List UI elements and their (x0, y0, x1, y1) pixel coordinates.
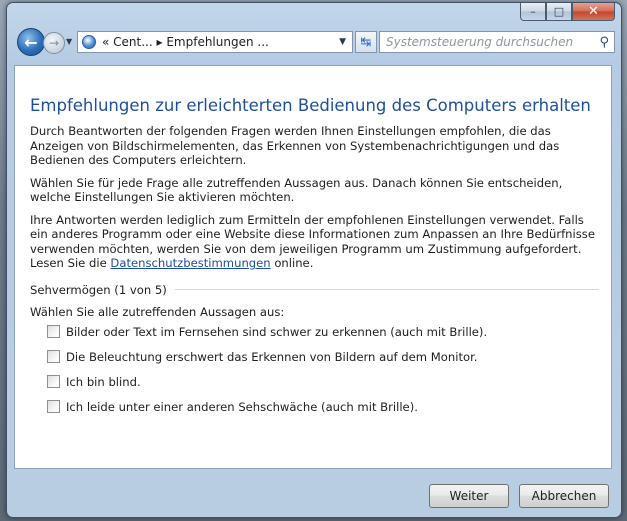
breadcrumb[interactable]: « Cent... ▸ Empfehlungen ... (102, 35, 269, 49)
search-icon[interactable]: ⚲ (599, 35, 609, 50)
option-label[interactable]: Ich leide unter einer anderen Sehschwäch… (66, 400, 418, 414)
chevron-down-icon[interactable]: ▼ (339, 37, 346, 47)
option-item[interactable]: Die Beleuchtung erschwert das Erkennen v… (47, 350, 599, 364)
option-label[interactable]: Ich bin blind. (66, 375, 141, 389)
instruction-paragraph: Wählen Sie für jede Frage alle zutreffen… (30, 175, 563, 205)
option-checkbox[interactable] (47, 400, 60, 413)
cancel-button[interactable]: Abbrechen (519, 484, 609, 508)
refresh-icon: ↹ (360, 34, 372, 50)
maximize-icon: □ (553, 5, 565, 18)
section-divider (174, 289, 599, 290)
option-item[interactable]: Bilder oder Text im Fernsehen sind schwe… (47, 325, 599, 339)
control-panel-window: – □ ✕ ← → ▼ « Cent... ▸ Empfehlungen ...… (6, 2, 622, 518)
section-header: Sehvermögen (1 von 5) (30, 283, 599, 297)
refresh-button[interactable]: ↹ (355, 31, 377, 53)
forward-arrow-icon: → (48, 36, 60, 50)
back-arrow-icon: ← (24, 32, 38, 52)
main-content: Empfehlungen zur erleichterten Bedienung… (14, 65, 612, 469)
option-checkbox[interactable] (47, 375, 60, 388)
minimize-icon: – (530, 5, 536, 18)
intro-paragraph: Durch Beantworten der folgenden Fragen w… (30, 124, 560, 167)
close-icon: ✕ (588, 4, 599, 19)
section-title: Sehvermögen (1 von 5) (30, 282, 167, 297)
close-button[interactable]: ✕ (572, 3, 615, 21)
navigation-bar: ← → ▼ « Cent... ▸ Empfehlungen ... ▼ ↹ S… (7, 25, 621, 61)
control-panel-icon (82, 35, 96, 49)
recent-pages-dropdown[interactable]: ▼ (66, 37, 72, 46)
privacy-link[interactable]: Datenschutzbestimmungen (110, 256, 270, 270)
option-checkbox[interactable] (47, 325, 60, 338)
privacy-suffix: online. (270, 256, 314, 270)
search-input[interactable]: Systemsteuerung durchsuchen (386, 35, 573, 49)
forward-button[interactable]: → (43, 32, 65, 54)
option-label[interactable]: Bilder oder Text im Fernsehen sind schwe… (66, 325, 487, 339)
choose-label: Wählen Sie alle zutreffenden Aussagen au… (30, 304, 285, 319)
address-bar[interactable]: « Cent... ▸ Empfehlungen ... ▼ (77, 31, 353, 53)
minimize-button[interactable]: – (520, 3, 546, 21)
option-item[interactable]: Ich bin blind. (47, 375, 599, 389)
privacy-paragraph: Ihre Antworten werden lediglich zum Ermi… (30, 213, 599, 271)
option-item[interactable]: Ich leide unter einer anderen Sehschwäch… (47, 400, 599, 414)
maximize-button[interactable]: □ (546, 3, 572, 21)
caption-buttons: – □ ✕ (520, 3, 615, 23)
footer-bar: Weiter Abbrechen (7, 469, 621, 517)
option-label[interactable]: Die Beleuchtung erschwert das Erkennen v… (66, 350, 477, 364)
back-button[interactable]: ← (17, 28, 45, 56)
page-title: Empfehlungen zur erleichterten Bedienung… (30, 96, 591, 115)
search-box[interactable]: Systemsteuerung durchsuchen ⚲ (379, 31, 615, 53)
option-checkbox[interactable] (47, 350, 60, 363)
next-button[interactable]: Weiter (429, 484, 509, 508)
